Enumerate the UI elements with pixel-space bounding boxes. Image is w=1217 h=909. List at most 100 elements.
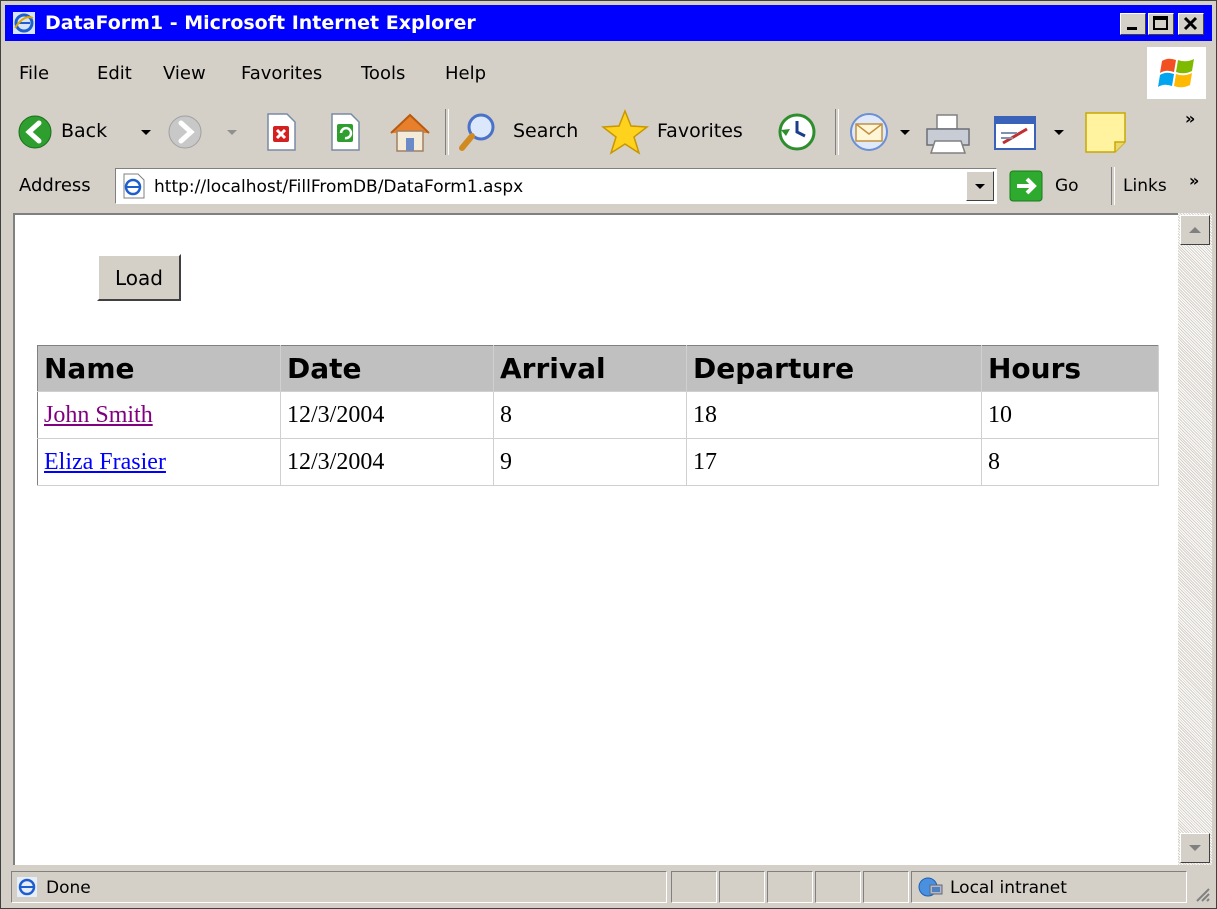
- column-header-arrival: Arrival: [493, 345, 687, 392]
- chevron-down-icon: [1189, 845, 1201, 851]
- column-header-hours: Hours: [981, 345, 1159, 392]
- print-icon: [926, 114, 970, 154]
- table-header-row: Name Date Arrival Departure Hours: [37, 345, 1159, 392]
- home-icon: [390, 113, 430, 152]
- intranet-icon: [918, 877, 943, 897]
- scroll-up-button[interactable]: [1180, 215, 1210, 245]
- links-overflow[interactable]: »: [1189, 171, 1199, 190]
- status-zone: Local intranet: [911, 871, 1187, 903]
- minimize-icon: [1127, 27, 1137, 30]
- arrival-cell: 8: [493, 391, 687, 439]
- resize-grip-icon[interactable]: [1191, 883, 1211, 903]
- messenger-button[interactable]: [1083, 111, 1131, 153]
- search-label: Search: [513, 120, 579, 142]
- status-panel: [719, 871, 765, 903]
- toolbar-separator: [835, 109, 839, 155]
- forward-dropdown-icon: [227, 130, 237, 135]
- home-button[interactable]: [387, 111, 435, 153]
- hours-cell: 8: [981, 438, 1159, 486]
- status-panel: [767, 871, 813, 903]
- menu-help[interactable]: Help: [445, 63, 486, 84]
- history-button[interactable]: [777, 111, 821, 153]
- page-content: Load Name Date Arrival Departure Hours J…: [13, 213, 1178, 865]
- back-arrow-icon: [18, 115, 52, 149]
- status-panel: [815, 871, 861, 903]
- print-button[interactable]: [923, 111, 979, 154]
- load-button[interactable]: Load: [97, 254, 181, 301]
- windows-flag-icon: [1147, 47, 1206, 99]
- address-input[interactable]: http://localhost/FillFromDB/DataForm1.as…: [115, 168, 997, 204]
- refresh-icon: [331, 113, 360, 151]
- note-icon: [1085, 112, 1126, 153]
- go-button[interactable]: [1009, 169, 1043, 203]
- employee-link[interactable]: Eliza Frasier: [44, 449, 166, 475]
- mail-button[interactable]: [847, 111, 917, 153]
- favorites-star-icon: [601, 109, 649, 155]
- browser-window: DataForm1 - Microsoft Internet Explorer …: [0, 0, 1217, 909]
- title-bar: DataForm1 - Microsoft Internet Explorer: [5, 5, 1212, 41]
- menu-file[interactable]: File: [19, 63, 49, 84]
- status-panel: [863, 871, 909, 903]
- window-title: DataForm1 - Microsoft Internet Explorer: [45, 12, 476, 34]
- scroll-down-button[interactable]: [1180, 833, 1210, 863]
- maximize-icon: [1153, 16, 1168, 30]
- status-panel: [671, 871, 717, 903]
- menu-bar: File Edit View Favorites Tools Help: [5, 43, 1212, 101]
- back-dropdown-icon[interactable]: [139, 127, 153, 137]
- vertical-scrollbar[interactable]: [1178, 213, 1212, 865]
- history-icon: [778, 113, 816, 151]
- name-cell: John Smith: [37, 391, 281, 439]
- forward-button[interactable]: [167, 111, 247, 153]
- favorites-label: Favorites: [657, 120, 743, 142]
- search-button[interactable]: Search: [457, 111, 587, 153]
- close-icon: [1183, 16, 1198, 31]
- go-arrow-icon: [1009, 170, 1043, 202]
- employee-link[interactable]: John Smith: [44, 402, 153, 428]
- chevron-down-icon: [975, 184, 985, 189]
- menu-view[interactable]: View: [163, 63, 206, 84]
- toolbar-overflow[interactable]: »: [1185, 109, 1195, 128]
- table-row: Eliza Frasier 12/3/2004 9 17 8: [37, 438, 1159, 486]
- close-button[interactable]: [1178, 13, 1204, 35]
- stop-button[interactable]: [263, 111, 299, 153]
- standard-toolbar: Back Search Favorites »: [5, 103, 1212, 161]
- zone-label: Local intranet: [950, 878, 1067, 898]
- stop-icon: [267, 113, 296, 151]
- edit-icon: [994, 116, 1036, 150]
- address-bar: Address http://localhost/FillFromDB/Data…: [5, 163, 1212, 209]
- column-header-date: Date: [280, 345, 494, 392]
- departure-cell: 17: [686, 438, 982, 486]
- edit-button[interactable]: [991, 111, 1071, 153]
- mail-icon: [850, 113, 888, 151]
- table-row: John Smith 12/3/2004 8 18 10: [37, 391, 1159, 439]
- links-separator: [1111, 167, 1115, 205]
- refresh-button[interactable]: [327, 111, 363, 153]
- name-cell: Eliza Frasier: [37, 438, 281, 486]
- minimize-button[interactable]: [1120, 13, 1146, 35]
- address-url: http://localhost/FillFromDB/DataForm1.as…: [154, 177, 524, 197]
- column-header-name: Name: [37, 345, 281, 392]
- address-label: Address: [19, 175, 91, 196]
- forward-arrow-icon: [168, 115, 202, 149]
- maximize-button[interactable]: [1148, 13, 1174, 35]
- mail-dropdown-icon[interactable]: [899, 127, 911, 137]
- arrival-cell: 9: [493, 438, 687, 486]
- favorites-button[interactable]: Favorites: [601, 109, 761, 155]
- status-text: Done: [46, 878, 91, 898]
- data-grid: Name Date Arrival Departure Hours John S…: [37, 345, 1159, 486]
- search-icon: [459, 113, 495, 151]
- date-cell: 12/3/2004: [280, 438, 494, 486]
- chevron-up-icon: [1189, 227, 1201, 233]
- menu-favorites[interactable]: Favorites: [241, 63, 322, 84]
- ie-logo-icon: [13, 12, 35, 34]
- address-dropdown-button[interactable]: [966, 171, 994, 201]
- status-bar: Done Local intranet: [5, 869, 1212, 906]
- column-header-departure: Departure: [686, 345, 982, 392]
- edit-dropdown-icon[interactable]: [1053, 127, 1065, 137]
- links-label[interactable]: Links: [1123, 176, 1167, 196]
- back-button[interactable]: Back: [17, 111, 157, 153]
- go-label[interactable]: Go: [1055, 176, 1079, 196]
- page-icon: [123, 173, 145, 199]
- menu-edit[interactable]: Edit: [97, 63, 132, 84]
- menu-tools[interactable]: Tools: [361, 63, 405, 84]
